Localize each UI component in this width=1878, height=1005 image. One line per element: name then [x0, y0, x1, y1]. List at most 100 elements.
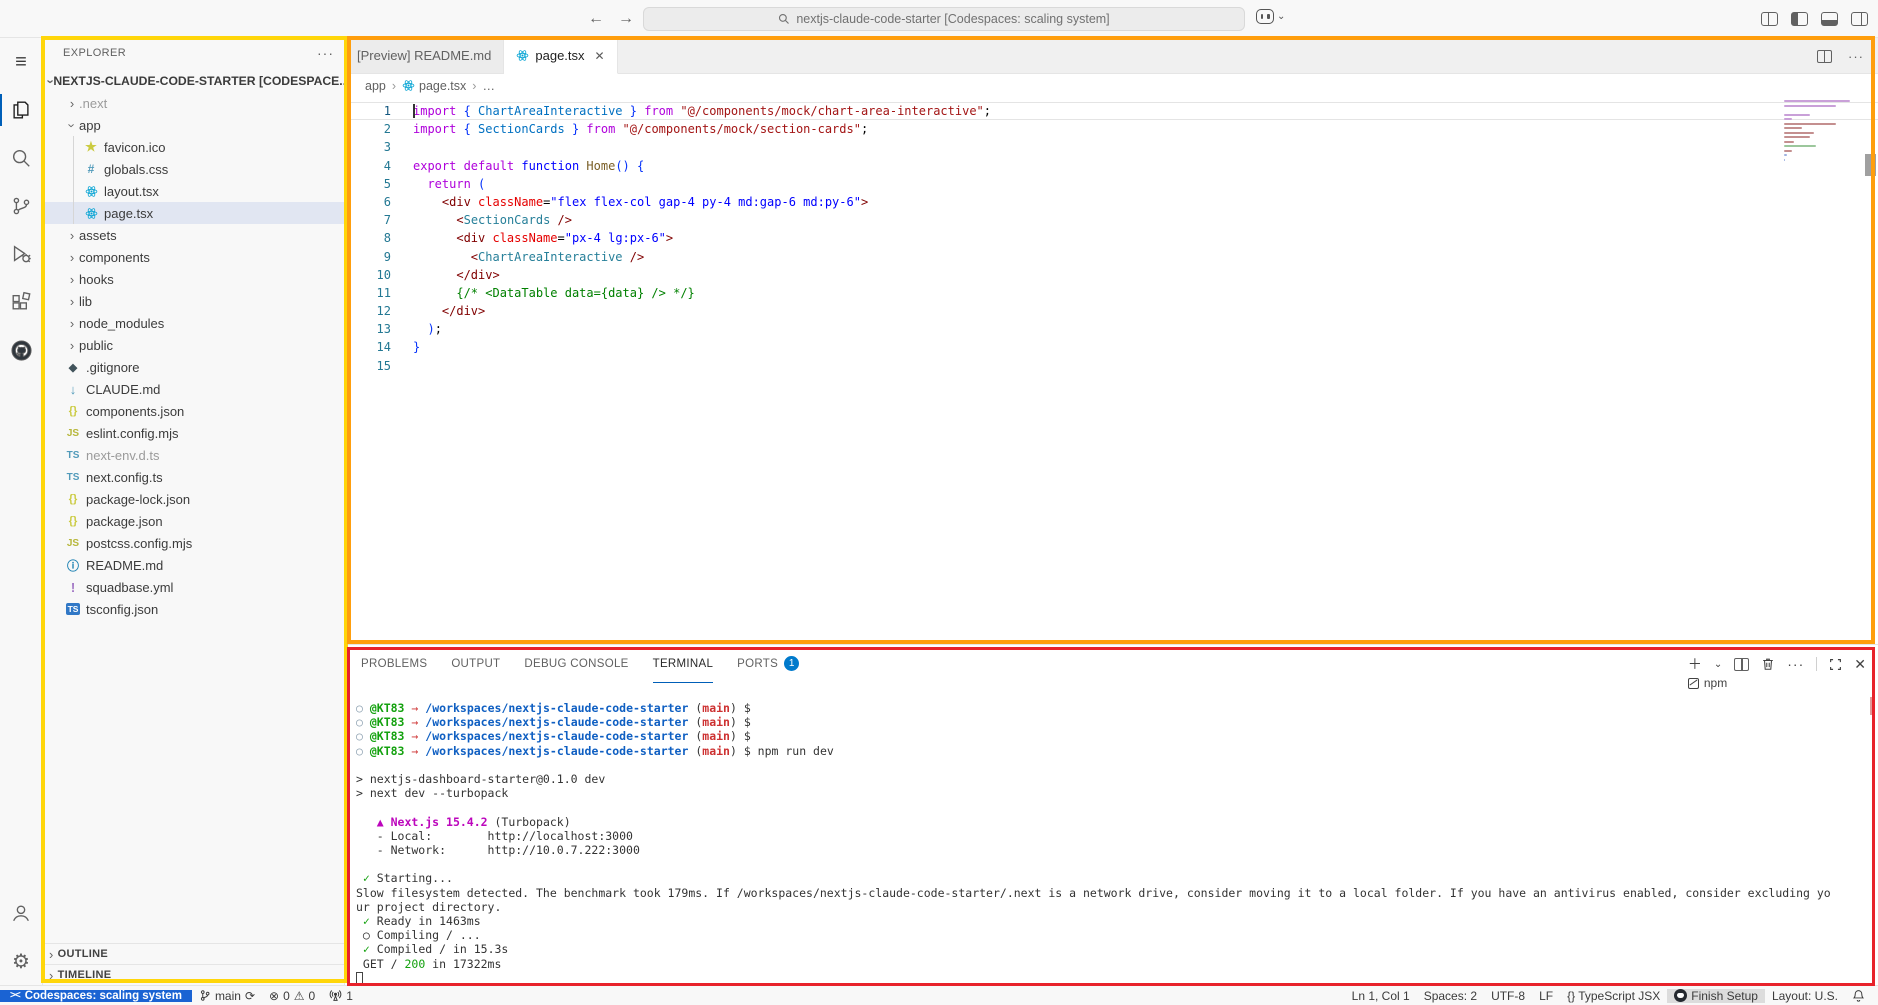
activity-item-menu-button[interactable]: ≡	[0, 38, 42, 86]
code-line[interactable]: 15	[345, 357, 1878, 375]
activity-item-source-control[interactable]	[0, 182, 42, 230]
activity-item-extensions[interactable]	[0, 278, 42, 326]
activity-item-explorer[interactable]	[0, 86, 42, 134]
file-tree-item[interactable]: ⓘREADME.md	[43, 554, 344, 576]
outline-section[interactable]: › OUTLINE	[43, 943, 344, 964]
status-finish-setup[interactable]: Finish Setup	[1667, 989, 1765, 1003]
file-tree-root[interactable]: ›NEXTJS-CLAUDE-CODE-STARTER [CODESPACE..…	[43, 70, 344, 92]
toggle-primary-sidebar-icon[interactable]	[1791, 12, 1808, 26]
file-tree-item[interactable]: ›node_modules	[43, 312, 344, 334]
command-center-search[interactable]: nextjs-claude-code-starter [Codespaces: …	[643, 7, 1245, 31]
code-line[interactable]: 10 </div>	[345, 266, 1878, 284]
file-tree-item[interactable]: ›assets	[43, 224, 344, 246]
file-tree-item[interactable]: TSnext.config.ts	[43, 466, 344, 488]
minimap[interactable]	[1784, 100, 1862, 168]
panel-more-actions-icon[interactable]: ···	[1787, 656, 1804, 672]
code-line[interactable]: 14}	[345, 338, 1878, 356]
remote-indicator[interactable]: ><Codespaces: scaling system	[0, 990, 192, 1002]
status-keyboard-layout[interactable]: Layout: U.S.	[1765, 989, 1845, 1003]
file-tree-item[interactable]: TStsconfig.json	[43, 598, 344, 620]
code-line[interactable]: 4export default function Home() {	[345, 157, 1878, 175]
split-terminal-icon[interactable]	[1734, 658, 1749, 671]
file-tree-item[interactable]: ›components	[43, 246, 344, 268]
customize-layout-icon[interactable]	[1761, 12, 1778, 26]
activity-item-settings[interactable]: ⚙	[0, 937, 42, 985]
code-line[interactable]: 5 return (	[345, 175, 1878, 193]
timeline-section[interactable]: › TIMELINE	[43, 964, 344, 985]
file-tree-item[interactable]: ›public	[43, 334, 344, 356]
file-tree-item[interactable]: #globals.css	[43, 158, 344, 180]
file-tree-item[interactable]: {}package-lock.json	[43, 488, 344, 510]
code-line[interactable]: 13 );	[345, 320, 1878, 338]
activity-item-github[interactable]	[0, 326, 42, 374]
panel-tab-problems[interactable]: PROBLEMS	[361, 645, 427, 683]
file-tree-item[interactable]: layout.tsx	[43, 180, 344, 202]
file-tree-item[interactable]: ›hooks	[43, 268, 344, 290]
file-tree-item[interactable]: JSpostcss.config.mjs	[43, 532, 344, 554]
code-editor[interactable]: 1import { ChartAreaInteractive } from "@…	[345, 98, 1878, 644]
status-indentation[interactable]: Spaces: 2	[1417, 989, 1484, 1003]
code-line[interactable]: 8 <div className="px-4 lg:px-6">	[345, 229, 1878, 247]
status-cursor-position[interactable]: Ln 1, Col 1	[1345, 989, 1417, 1003]
file-tree-item[interactable]: {}components.json	[43, 400, 344, 422]
breadcrumb-item[interactable]: …	[482, 79, 495, 93]
file-tree-item[interactable]: ★favicon.ico	[43, 136, 344, 158]
maximize-panel-icon[interactable]	[1829, 658, 1842, 671]
activity-item-accounts[interactable]	[0, 889, 42, 937]
problems-item[interactable]: ⊗0⚠0	[262, 989, 322, 1003]
braces-icon: {}	[65, 493, 81, 505]
panel-tab-debug-console[interactable]: DEBUG CONSOLE	[524, 645, 628, 683]
new-terminal-icon[interactable]: ＋	[1688, 654, 1702, 674]
activity-item-run-and-debug[interactable]	[0, 230, 42, 278]
close-tab-icon[interactable]: ✕	[595, 49, 605, 63]
back-button[interactable]: ←	[588, 10, 604, 28]
file-tree-item[interactable]: ›lib	[43, 290, 344, 312]
terminal-dropdown-icon[interactable]: ⌄	[1714, 659, 1722, 670]
file-tree-item[interactable]: {}package.json	[43, 510, 344, 532]
code-line[interactable]: 2import { SectionCards } from "@/compone…	[345, 120, 1878, 138]
explorer-more-actions-icon[interactable]: ···	[317, 45, 334, 61]
activity-item-search[interactable]	[0, 134, 42, 182]
editor-more-actions-icon[interactable]: ···	[1848, 49, 1864, 64]
file-tree-item[interactable]: JSeslint.config.mjs	[43, 422, 344, 444]
split-editor-icon[interactable]	[1817, 50, 1832, 63]
panel-tab-ports[interactable]: PORTS1	[737, 645, 799, 683]
close-panel-icon[interactable]: ✕	[1854, 656, 1866, 673]
breadcrumb-item[interactable]: page.tsx	[402, 79, 466, 93]
panel-tab-terminal[interactable]: TERMINAL	[653, 645, 714, 683]
file-tree-item[interactable]: ›.next	[43, 92, 344, 114]
code-line[interactable]: 6 <div className="flex flex-col gap-4 py…	[345, 193, 1878, 211]
file-tree-item[interactable]: TSnext-env.d.ts	[43, 444, 344, 466]
breadcrumb[interactable]: app›page.tsx›…	[345, 74, 1878, 98]
copilot-menu[interactable]: ⌄	[1256, 9, 1285, 24]
file-tree-item[interactable]: ›app	[43, 114, 344, 136]
code-line[interactable]: 12 </div>	[345, 302, 1878, 320]
code-line[interactable]: 3	[345, 138, 1878, 156]
status-eol[interactable]: LF	[1532, 989, 1560, 1003]
forward-button[interactable]: →	[618, 10, 634, 28]
forwarded-ports-item[interactable]: 1	[322, 989, 360, 1003]
panel-tab-output[interactable]: OUTPUT	[451, 645, 500, 683]
minimap-line	[1784, 145, 1816, 147]
kill-terminal-icon[interactable]	[1761, 657, 1775, 671]
toggle-panel-icon[interactable]	[1821, 12, 1838, 26]
status-encoding[interactable]: UTF-8	[1484, 989, 1532, 1003]
notifications-bell[interactable]	[1845, 989, 1872, 1002]
file-tree-item[interactable]: ◆.gitignore	[43, 356, 344, 378]
file-tree-item[interactable]: !squadbase.yml	[43, 576, 344, 598]
editor-tab-page-tsx[interactable]: page.tsx✕	[504, 38, 617, 74]
terminal-scrollbar[interactable]	[1870, 697, 1875, 715]
terminal-output[interactable]: ○ @KT83 → /workspaces/nextjs-claude-code…	[345, 683, 1878, 985]
editor-scrollbar[interactable]	[1865, 154, 1876, 176]
breadcrumb-item[interactable]: app	[365, 79, 386, 93]
code-line[interactable]: 11 {/* <DataTable data={data} /> */}	[345, 284, 1878, 302]
code-line[interactable]: 1import { ChartAreaInteractive } from "@…	[345, 102, 1878, 120]
status-language-mode[interactable]: {} TypeScript JSX	[1560, 989, 1667, 1003]
file-tree-item[interactable]: ↓CLAUDE.md	[43, 378, 344, 400]
file-tree-item[interactable]: page.tsx	[43, 202, 344, 224]
code-line[interactable]: 7 <SectionCards />	[345, 211, 1878, 229]
branch-item[interactable]: main⟳	[192, 989, 262, 1003]
toggle-secondary-sidebar-icon[interactable]	[1851, 12, 1868, 26]
code-line[interactable]: 9 <ChartAreaInteractive />	[345, 248, 1878, 266]
editor-tab--preview-readme-md[interactable]: [Preview] README.md	[345, 38, 504, 73]
